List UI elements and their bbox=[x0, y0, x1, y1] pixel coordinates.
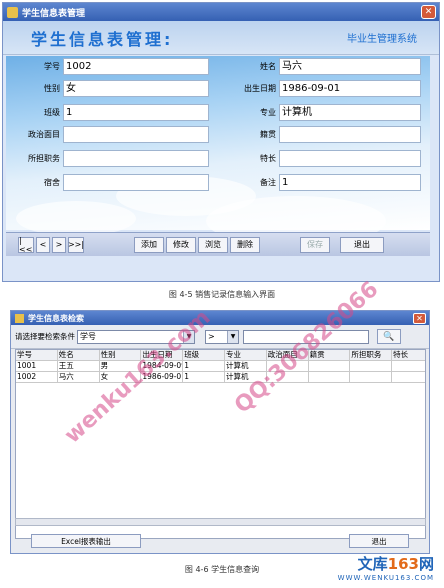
col-header[interactable]: 班级 bbox=[183, 350, 225, 360]
label-birthdate: 出生日期 bbox=[244, 84, 276, 93]
col-header[interactable]: 学号 bbox=[16, 350, 58, 360]
label-class: 班级 bbox=[44, 108, 60, 117]
search-operator-select[interactable]: > ▼ bbox=[205, 329, 239, 344]
exit-button[interactable]: 退出 bbox=[349, 534, 409, 548]
delete-button[interactable]: 删除 bbox=[230, 236, 260, 253]
logo-text-a: 文库 bbox=[357, 555, 388, 573]
next-record-button[interactable]: > bbox=[52, 236, 66, 253]
position-field[interactable] bbox=[63, 150, 209, 167]
form-area: 学号 1002 性别女 班级 1 政治面目 所担职务 宿舍 姓名 马六 出生日期 198… bbox=[6, 56, 430, 246]
logo-text-c: 网 bbox=[418, 555, 434, 573]
label-gender: 性别 bbox=[44, 84, 60, 93]
system-name: 毕业生管理系统 bbox=[347, 34, 417, 45]
label-native-place: 籍贯 bbox=[260, 130, 276, 139]
remarks-field[interactable]: 1 bbox=[279, 174, 421, 191]
browse-button[interactable]: 浏览 bbox=[198, 236, 228, 253]
form-header: 学生信息表管理: 毕业生管理系统 bbox=[3, 21, 439, 55]
birthdate-field[interactable]: 1986-09-01 bbox=[279, 80, 421, 97]
app-icon bbox=[15, 313, 24, 323]
chevron-down-icon[interactable]: ▼ bbox=[227, 330, 238, 343]
horizontal-scrollbar[interactable] bbox=[15, 518, 426, 526]
cell[interactable]: 1 bbox=[183, 372, 225, 382]
grid-header-row: 学号 姓名 性别 出生日期 班级 专业 政治面目 籍贯 所担职务 特长 bbox=[16, 350, 426, 361]
cell[interactable]: 1 bbox=[183, 361, 225, 371]
cell[interactable] bbox=[392, 372, 425, 382]
add-button[interactable]: 添加 bbox=[134, 236, 164, 253]
dorm-field[interactable] bbox=[63, 174, 209, 191]
edit-button[interactable]: 修改 bbox=[166, 236, 196, 253]
window2-titlebar: 学生信息表检索 ✕ bbox=[11, 311, 429, 325]
cell[interactable]: 1001 bbox=[16, 361, 58, 371]
cell[interactable] bbox=[309, 361, 351, 371]
table-row[interactable]: 1002 马六 女 1986-09-01 1 计算机 bbox=[16, 372, 425, 383]
cell[interactable]: 1002 bbox=[16, 372, 58, 382]
window-titlebar: 学生信息表管理 ✕ bbox=[3, 3, 439, 21]
cell[interactable]: 王五 bbox=[58, 361, 100, 371]
page-title: 学生信息表管理: bbox=[31, 29, 174, 49]
cell[interactable]: 计算机 bbox=[225, 361, 267, 371]
search-icon: 🔍 bbox=[383, 331, 395, 342]
label-major: 专业 bbox=[260, 108, 276, 117]
cell[interactable] bbox=[309, 372, 351, 382]
prev-record-button[interactable]: < bbox=[36, 236, 50, 253]
cell[interactable]: 马六 bbox=[58, 372, 100, 382]
last-record-button[interactable]: >>| bbox=[68, 236, 84, 253]
cell[interactable] bbox=[350, 372, 393, 382]
name-field[interactable]: 马六 bbox=[279, 58, 421, 75]
label-political-status: 政治面目 bbox=[28, 130, 60, 139]
close-icon[interactable]: ✕ bbox=[421, 5, 436, 19]
col-header[interactable]: 专业 bbox=[224, 350, 267, 360]
label-dorm: 宿舍 bbox=[44, 178, 60, 187]
label-position: 所担职务 bbox=[28, 154, 60, 163]
major-field[interactable]: 计算机 bbox=[279, 104, 421, 121]
political-status-field[interactable] bbox=[63, 126, 209, 143]
col-header[interactable]: 所担职务 bbox=[350, 350, 393, 360]
excel-export-button[interactable]: Excel报表输出 bbox=[31, 534, 141, 548]
record-navbar: |<< < > >>| 添加 修改 浏览 删除 保存 退出 bbox=[6, 232, 430, 256]
first-record-button[interactable]: |<< bbox=[18, 236, 34, 254]
col-header[interactable]: 性别 bbox=[99, 350, 142, 360]
logo-text-b: 163 bbox=[387, 555, 419, 573]
save-button[interactable]: 保存 bbox=[300, 236, 330, 253]
native-place-field[interactable] bbox=[279, 126, 421, 143]
search-footer: Excel报表输出 退出 bbox=[11, 529, 429, 553]
label-specialty: 特长 bbox=[260, 154, 276, 163]
exit-button[interactable]: 退出 bbox=[340, 236, 384, 253]
col-header[interactable]: 姓名 bbox=[57, 350, 100, 360]
label-student-id: 学号 bbox=[44, 62, 60, 71]
student-id-field[interactable]: 1002 bbox=[63, 58, 209, 75]
search-condition-label: 请选择要检索条件 bbox=[15, 332, 75, 341]
table-row[interactable]: 1001 王五 男 1984-09-09 1 计算机 bbox=[16, 361, 425, 372]
site-logo: 文库163网 WWW.WENKU163.COM bbox=[338, 553, 434, 582]
search-bar: 请选择要检索条件 学号 ▼ > ▼ 🔍 bbox=[11, 325, 429, 349]
col-header[interactable]: 特长 bbox=[392, 350, 426, 360]
logo-url: WWW.WENKU163.COM bbox=[337, 574, 434, 582]
search-button[interactable]: 🔍 bbox=[377, 329, 401, 344]
specialty-field[interactable] bbox=[279, 150, 421, 167]
app-icon bbox=[7, 6, 18, 18]
close-icon[interactable]: ✕ bbox=[413, 312, 426, 324]
cell[interactable] bbox=[350, 361, 393, 371]
gender-field[interactable]: 女 bbox=[63, 80, 209, 97]
class-field[interactable]: 1 bbox=[63, 104, 209, 121]
label-remarks: 备注 bbox=[260, 178, 276, 187]
cell[interactable] bbox=[392, 361, 425, 371]
label-name: 姓名 bbox=[260, 62, 276, 71]
window-title: 学生信息表管理 bbox=[22, 8, 86, 19]
